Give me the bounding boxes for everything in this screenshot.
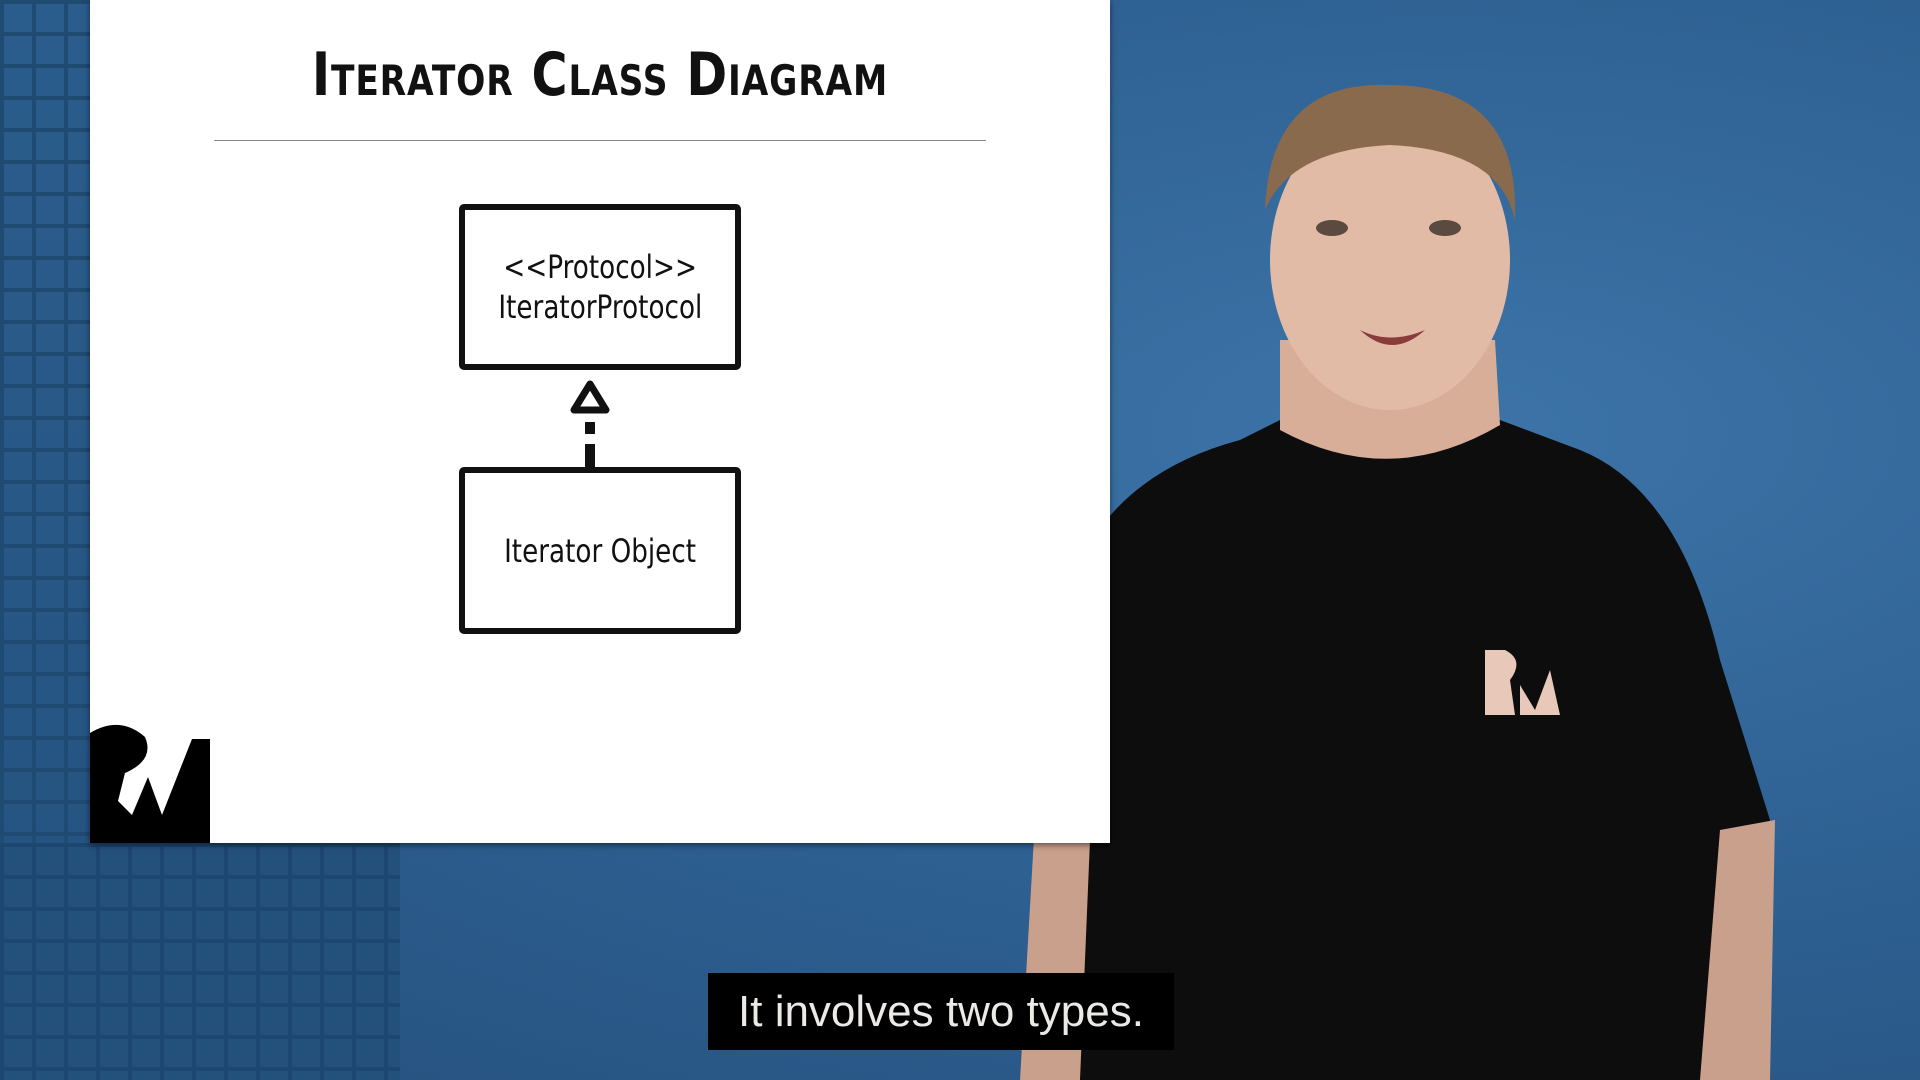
rw-logo-icon xyxy=(90,715,210,843)
slide-title: Iterator Class Diagram xyxy=(311,40,889,110)
protocol-stereotype: <<Protocol>> xyxy=(503,248,697,286)
tile-pattern-bottom xyxy=(0,843,400,1080)
protocol-box: <<Protocol>> IteratorProtocol xyxy=(459,204,741,370)
realization-arrow xyxy=(570,380,610,468)
title-divider xyxy=(214,140,986,141)
iterator-object-box: Iterator Object xyxy=(459,467,741,634)
slide: Iterator Class Diagram <<Protocol>> Iter… xyxy=(90,0,1110,843)
object-name: Iterator Object xyxy=(504,531,696,570)
protocol-name: IteratorProtocol xyxy=(498,288,702,326)
caption-text: It involves two types. xyxy=(738,986,1144,1036)
subtitle-caption: It involves two types. xyxy=(708,973,1174,1050)
